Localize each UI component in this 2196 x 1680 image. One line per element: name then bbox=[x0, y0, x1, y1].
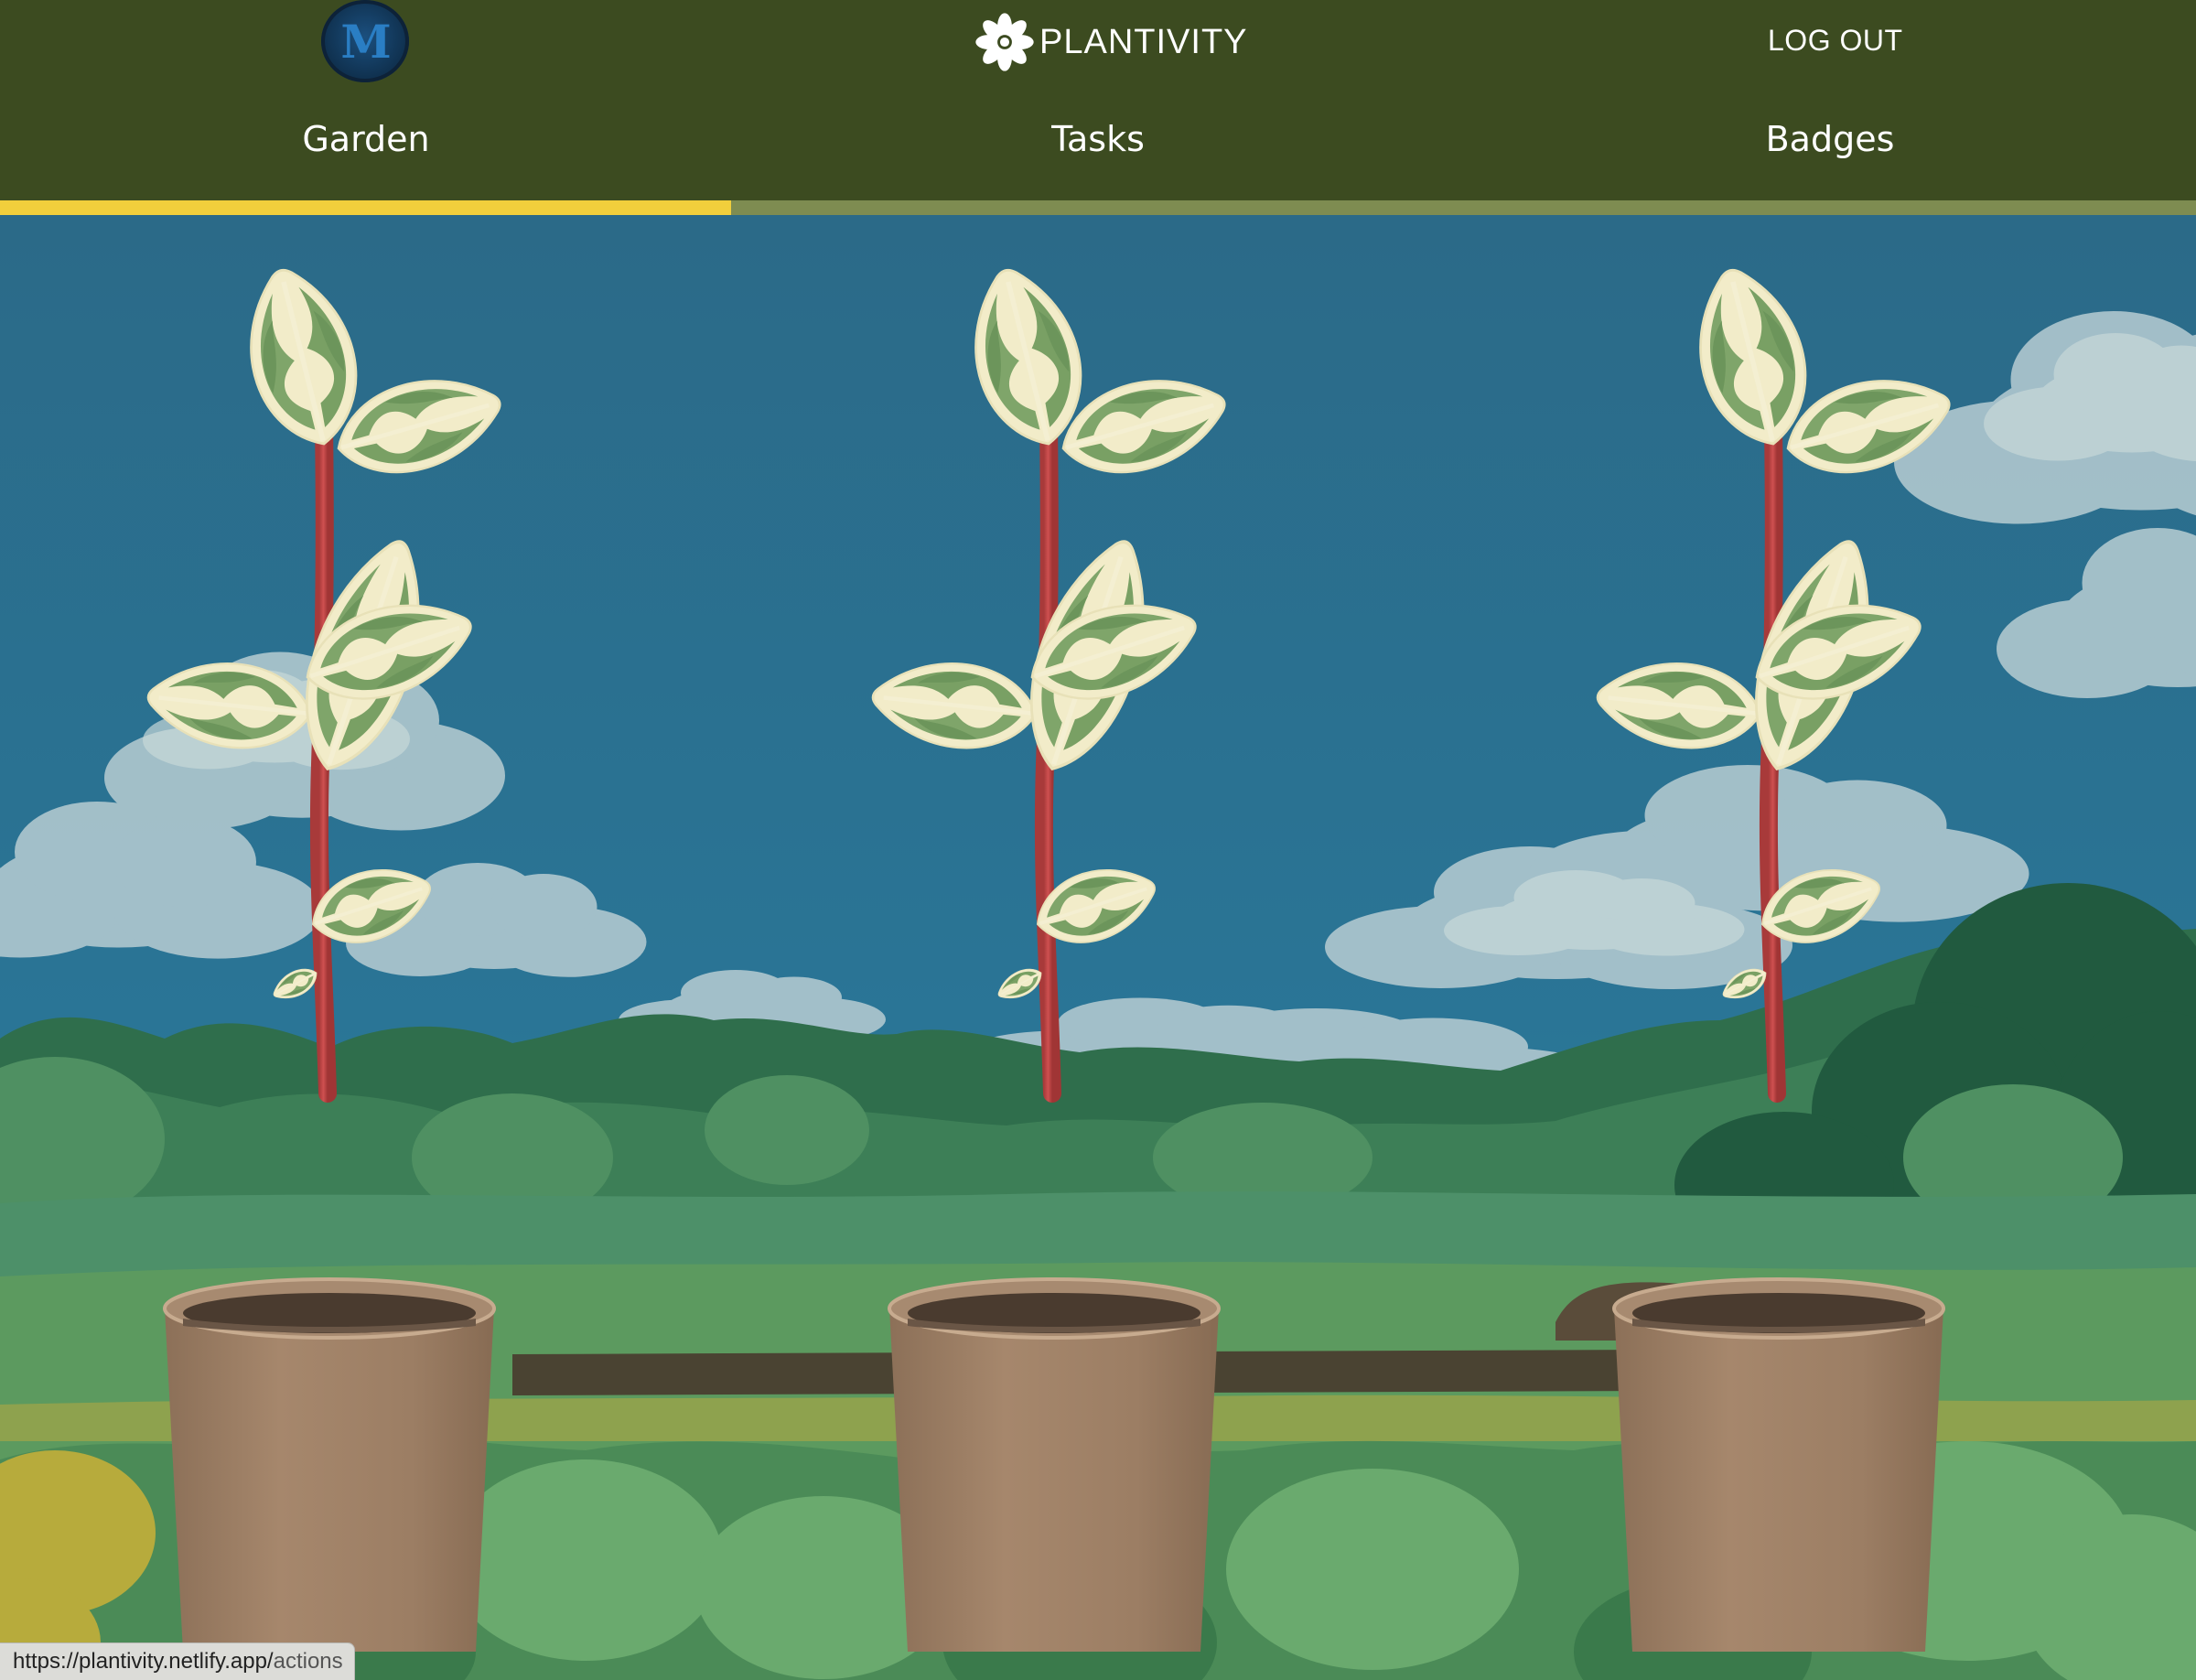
garden-illustration bbox=[0, 215, 2196, 1680]
tab-garden[interactable]: Garden bbox=[0, 119, 732, 159]
user-avatar[interactable]: M bbox=[321, 0, 409, 82]
top-header: M PLANTIVITY LOG OUT Garden Tasks Badges bbox=[0, 0, 2196, 200]
brand-name: PLANTIVITY bbox=[1039, 22, 1248, 61]
garden-scene bbox=[0, 215, 2196, 1680]
status-url-host: https://plantivity.netlify.app/ bbox=[13, 1649, 274, 1674]
status-bar-url: https://plantivity.netlify.app/actions bbox=[0, 1642, 355, 1680]
tab-bar bbox=[0, 200, 2196, 215]
app-window: M PLANTIVITY LOG OUT Garden Tasks Badges… bbox=[0, 0, 2196, 1680]
brand-logo[interactable]: PLANTIVITY bbox=[972, 9, 1248, 75]
status-url-path: actions bbox=[273, 1649, 343, 1674]
logout-button[interactable]: LOG OUT bbox=[1768, 24, 1903, 58]
active-tab-indicator bbox=[0, 200, 731, 215]
flower-icon bbox=[975, 13, 1034, 71]
avatar-letter: M bbox=[340, 14, 391, 69]
tab-badges[interactable]: Badges bbox=[1464, 119, 2196, 159]
tab-tasks[interactable]: Tasks bbox=[732, 119, 1464, 159]
